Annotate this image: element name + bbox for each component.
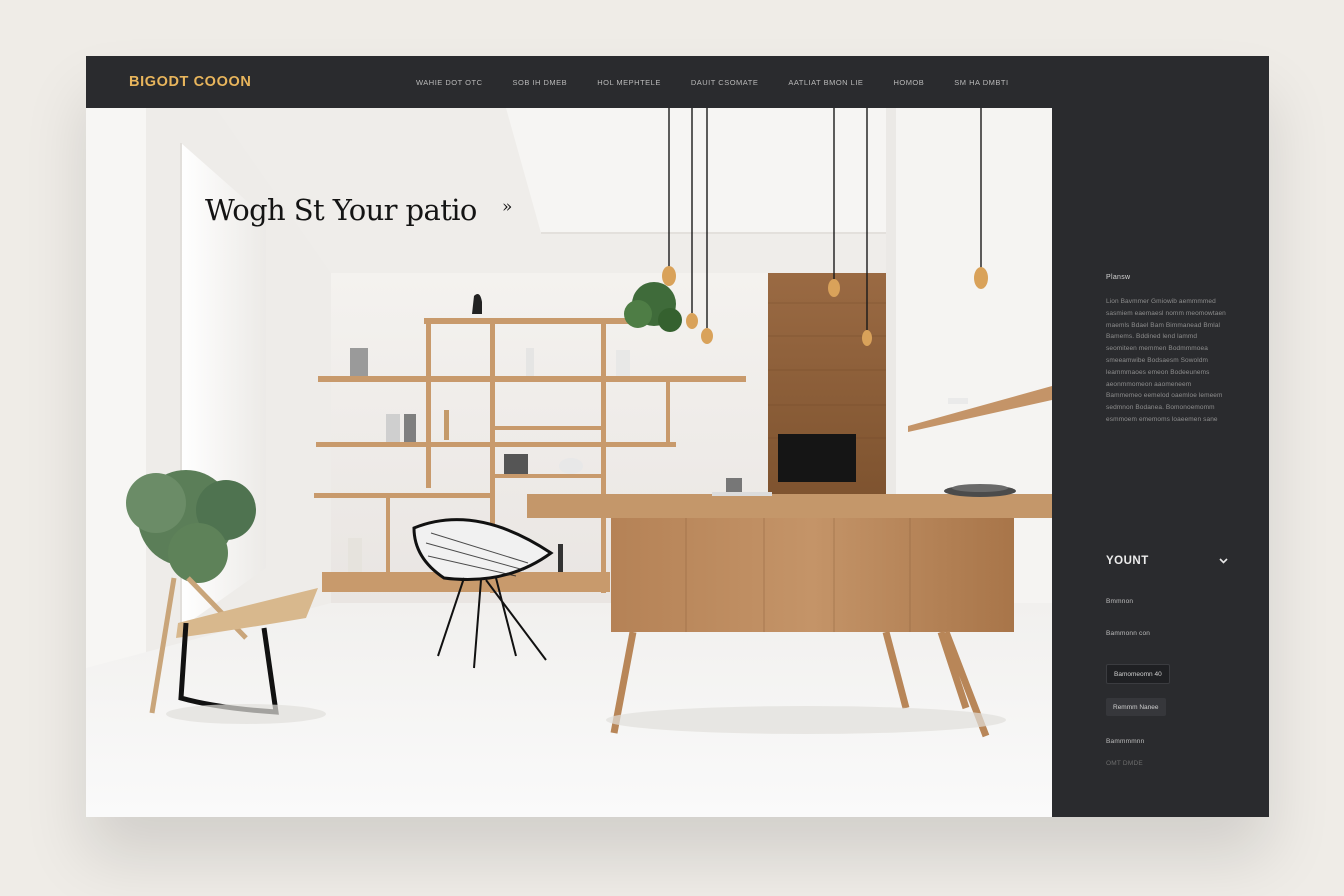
nav-item-1[interactable]: WAHIE DOT OTC xyxy=(416,78,483,87)
dropdown-label: YOUNT xyxy=(1106,555,1149,567)
option-label-3: Bammmmnn xyxy=(1106,738,1145,745)
side-panel: Plansw Lion Bavmmer Gmiowib aemmmmed sas… xyxy=(1052,108,1269,817)
option-chip-2[interactable]: Remmm Nanee xyxy=(1106,698,1166,716)
nav-item-2[interactable]: SOB IH DMEB xyxy=(513,78,568,87)
footer-link[interactable]: OMT DMDE xyxy=(1106,760,1143,767)
option-label-2: Bammonn con xyxy=(1106,630,1151,637)
nav-item-6[interactable]: HOMOB xyxy=(893,78,924,87)
chevron-down-icon xyxy=(1218,556,1228,566)
main-nav: WAHIE DOT OTC SOB IH DMEB HOL MEPHTELE D… xyxy=(416,56,1039,108)
top-navigation-bar: BIGODT COOON WAHIE DOT OTC SOB IH DMEB H… xyxy=(86,56,1269,108)
count-dropdown[interactable]: YOUNT xyxy=(1106,552,1228,570)
option-label-1: Bmmnon xyxy=(1106,598,1134,605)
panel-description: Lion Bavmmer Gmiowib aemmmmed sasmiem ea… xyxy=(1106,298,1226,423)
nav-item-3[interactable]: HOL MEPHTELE xyxy=(597,78,661,87)
nav-item-5[interactable]: AATLIAT BMON LIE xyxy=(788,78,863,87)
hero-image: Wogh St Your patio » xyxy=(86,108,1052,817)
nav-item-4[interactable]: DAUIT CSOMATE xyxy=(691,78,758,87)
page-frame: BIGODT COOON WAHIE DOT OTC SOB IH DMEB H… xyxy=(86,56,1269,817)
brand-logo[interactable]: BIGODT COOON xyxy=(129,74,251,90)
panel-heading: Plansw xyxy=(1106,274,1131,281)
hero-title: Wogh St Your patio xyxy=(205,193,477,227)
hero-arrow-link[interactable]: » xyxy=(502,197,512,217)
nav-item-7[interactable]: SM HA DMBTI xyxy=(954,78,1008,87)
option-chip-1[interactable]: Bamomeomn 40 xyxy=(1106,664,1170,684)
